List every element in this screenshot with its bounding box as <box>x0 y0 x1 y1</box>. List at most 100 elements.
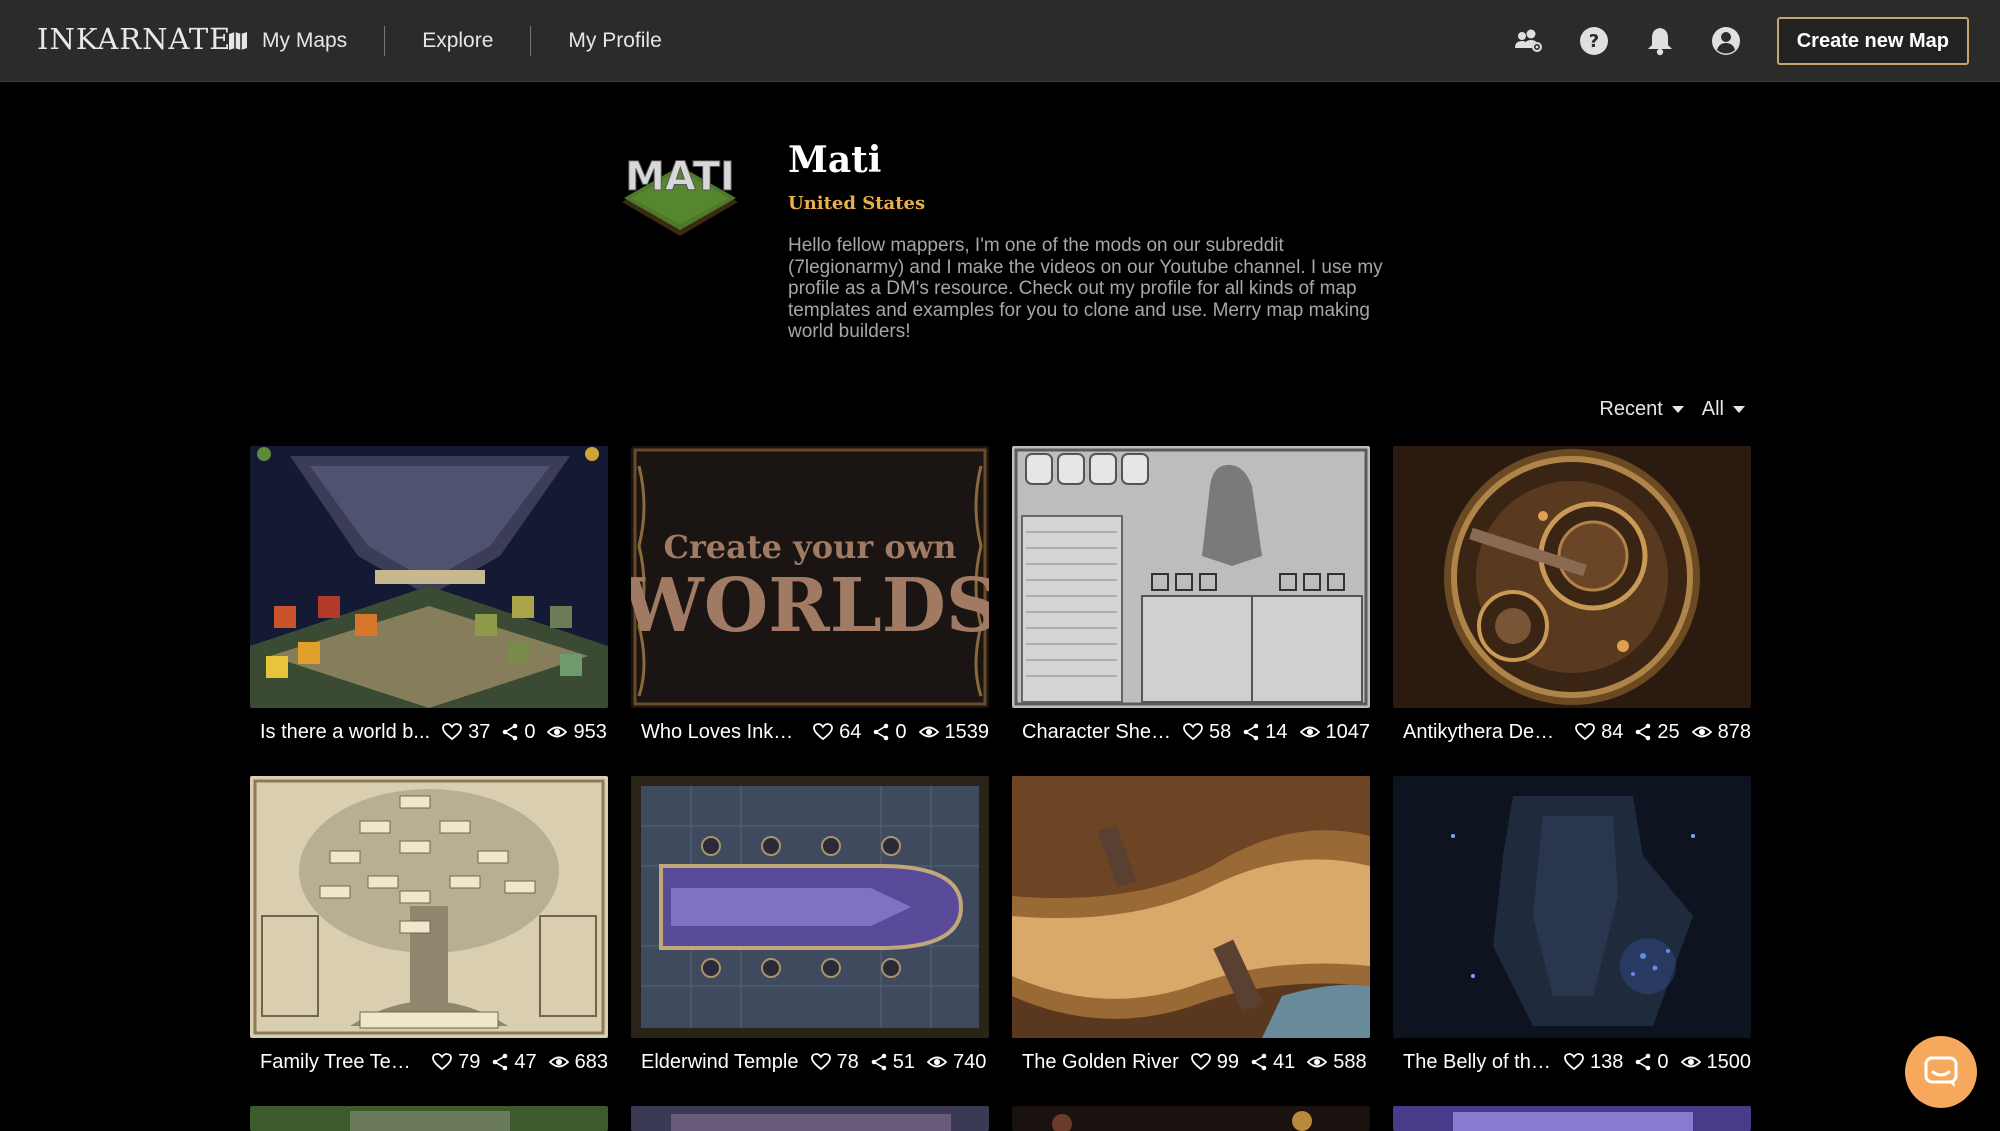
likes-stat[interactable]: 64 <box>813 721 861 744</box>
map-title[interactable]: Antikythera Devi... <box>1403 721 1563 744</box>
map-thumbnail[interactable] <box>1012 446 1370 708</box>
likes-stat[interactable]: 84 <box>1575 721 1623 744</box>
map-title[interactable]: Elderwind Temple <box>641 1051 799 1074</box>
nav-explore[interactable]: Explore <box>422 29 493 53</box>
heart-icon <box>1190 1053 1211 1071</box>
views-stat: 1500 <box>1680 1050 1752 1074</box>
share-icon <box>503 723 518 741</box>
likes-count: 99 <box>1216 1050 1239 1073</box>
map-card[interactable] <box>250 1106 608 1131</box>
map-thumbnail[interactable] <box>1012 776 1370 1038</box>
map-title[interactable]: Family Tree Tem... <box>260 1051 420 1074</box>
map-thumbnail[interactable]: Create your own WORLDS <box>631 446 989 708</box>
shares-stat[interactable]: 14 <box>1243 721 1288 744</box>
shares-count: 51 <box>892 1050 915 1073</box>
map-card[interactable]: Is there a world b... 37 0 953 <box>250 446 608 756</box>
map-thumbnail[interactable] <box>1012 1106 1370 1131</box>
map-card-meta: The Belly of the... 138 0 1500 <box>1393 1038 1751 1086</box>
shares-stat[interactable]: 0 <box>873 720 907 744</box>
likes-stat[interactable]: 78 <box>810 1051 859 1074</box>
views-count: 683 <box>574 1050 608 1073</box>
map-thumbnail[interactable] <box>250 1106 608 1131</box>
map-title[interactable]: Is there a world b... <box>260 721 430 744</box>
map-card[interactable]: The Golden River 99 41 588 <box>1012 776 1370 1086</box>
map-thumbnail[interactable] <box>1393 1106 1751 1131</box>
thumbnail-caption: Create your own <box>663 528 956 566</box>
shares-stat[interactable]: 0 <box>1635 1050 1669 1074</box>
map-card[interactable]: Create your own WORLDS Who Loves Inkar..… <box>631 446 989 756</box>
map-thumbnail[interactable] <box>250 776 608 1038</box>
map-card[interactable]: The Belly of the... 138 0 1500 <box>1393 776 1751 1086</box>
views-count: 740 <box>953 1050 987 1073</box>
shares-stat[interactable]: 0 <box>502 721 535 744</box>
views-count: 588 <box>1333 1050 1367 1073</box>
map-title[interactable]: The Belly of the... <box>1403 1051 1552 1074</box>
share-icon <box>874 723 889 741</box>
likes-stat[interactable]: 37 <box>442 721 490 744</box>
likes-count: 64 <box>839 720 862 743</box>
share-icon <box>1636 723 1651 741</box>
map-thumbnail[interactable] <box>631 1106 989 1131</box>
profile-name: Mati <box>788 139 882 181</box>
likes-stat[interactable]: 138 <box>1564 1051 1623 1074</box>
map-title[interactable]: The Golden River <box>1022 1051 1179 1074</box>
chat-launcher-button[interactable] <box>1905 1036 1977 1108</box>
map-card[interactable] <box>631 1106 989 1131</box>
views-count: 1500 <box>1706 1050 1752 1073</box>
profile-country[interactable]: United States <box>788 193 925 214</box>
map-thumbnail[interactable] <box>1393 776 1751 1038</box>
map-card[interactable]: Character Shee... 58 14 1047 <box>1012 446 1370 756</box>
shares-stat[interactable]: 25 <box>1635 721 1680 744</box>
map-card[interactable]: Elderwind Temple 78 51 740 <box>631 776 989 1086</box>
eye-icon <box>1680 1056 1701 1068</box>
type-dropdown[interactable]: All <box>1702 398 1745 421</box>
likes-stat[interactable]: 99 <box>1190 1050 1239 1074</box>
chevron-down-icon <box>1671 406 1684 413</box>
eye-icon <box>547 726 568 738</box>
nav-my-maps[interactable]: My Maps <box>226 29 347 53</box>
map-card-meta: Character Shee... 58 14 1047 <box>1012 708 1370 756</box>
bell-icon[interactable] <box>1643 24 1677 58</box>
likes-stat[interactable]: 58 <box>1183 721 1231 744</box>
filter-bar: Recent All <box>1581 398 1745 421</box>
sort-dropdown-label: Recent <box>1599 398 1663 420</box>
help-icon[interactable]: ? <box>1577 24 1611 58</box>
shares-stat[interactable]: 41 <box>1251 1051 1295 1074</box>
map-title[interactable]: Who Loves Inkar... <box>641 721 801 744</box>
shares-count: 0 <box>1657 1050 1669 1073</box>
map-thumbnail[interactable] <box>250 446 608 708</box>
create-new-map-button[interactable]: Create new Map <box>1776 17 1969 65</box>
sort-dropdown[interactable]: Recent <box>1599 398 1684 421</box>
likes-count: 84 <box>1601 720 1624 743</box>
views-stat: 878 <box>1691 720 1751 744</box>
likes-stat[interactable]: 79 <box>432 1051 480 1074</box>
map-card[interactable]: Family Tree Tem... 79 47 683 <box>250 776 608 1086</box>
thumbnail-headline: WORLDS <box>631 563 989 649</box>
eye-icon <box>548 1056 569 1068</box>
map-card-meta: Who Loves Inkar... 64 0 1539 <box>631 708 989 756</box>
account-icon[interactable] <box>1709 24 1743 58</box>
views-stat: 953 <box>547 721 607 744</box>
shares-stat[interactable]: 51 <box>871 1051 915 1074</box>
views-stat: 740 <box>927 1051 986 1074</box>
views-count: 878 <box>1717 720 1751 743</box>
share-icon <box>871 1053 887 1071</box>
profile-bio: Hello fellow mappers, I'm one of the mod… <box>788 235 1383 342</box>
views-count: 1539 <box>944 720 990 743</box>
nav-my-profile[interactable]: My Profile <box>568 29 661 53</box>
map-title[interactable]: Character Shee... <box>1022 721 1171 744</box>
chevron-down-icon <box>1733 406 1745 413</box>
likes-count: 37 <box>468 720 491 743</box>
map-thumbnail[interactable] <box>1393 446 1751 708</box>
toolbar-icons: ? Create new Map <box>1479 0 2000 82</box>
map-card[interactable] <box>1393 1106 1751 1131</box>
map-thumbnail[interactable] <box>631 776 989 1038</box>
shares-count: 0 <box>895 720 907 743</box>
inkarnate-logo[interactable]: INKARNATE <box>37 22 231 56</box>
shares-stat[interactable]: 47 <box>492 1051 537 1074</box>
map-card[interactable]: Antikythera Devi... 84 25 878 <box>1393 446 1751 756</box>
eye-icon <box>1691 726 1712 738</box>
community-icon[interactable] <box>1511 24 1545 58</box>
map-card[interactable] <box>1012 1106 1370 1131</box>
heart-icon <box>810 1053 831 1071</box>
